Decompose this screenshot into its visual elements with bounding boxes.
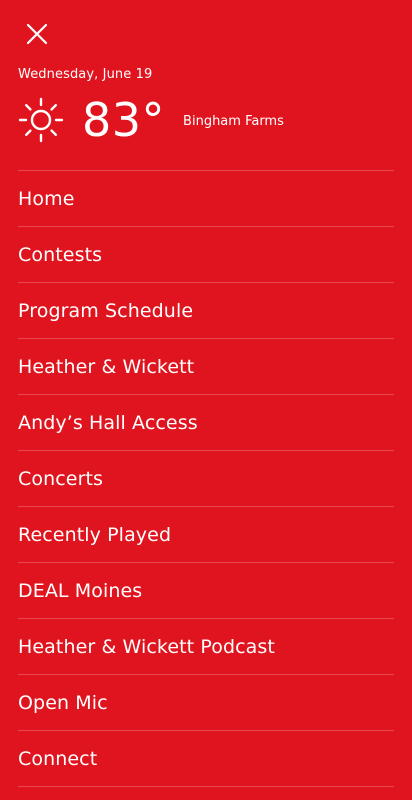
- weather-summary: 83° Bingham Farms: [18, 92, 284, 148]
- close-icon: [26, 23, 48, 45]
- menu-item-andys-hall-access[interactable]: Andy’s Hall Access: [18, 395, 394, 451]
- menu-item-heather-wickett-podcast[interactable]: Heather & Wickett Podcast: [18, 619, 394, 675]
- menu-item-contests[interactable]: Contests: [18, 227, 394, 283]
- menu-item-heather-wickett[interactable]: Heather & Wickett: [18, 339, 394, 395]
- close-button[interactable]: [17, 14, 57, 54]
- menu-item-recently-played[interactable]: Recently Played: [18, 507, 394, 563]
- menu-item-program-schedule[interactable]: Program Schedule: [18, 283, 394, 339]
- menu-item-deal-moines[interactable]: DEAL Moines: [18, 563, 394, 619]
- temperature: 83°: [82, 93, 166, 147]
- menu-item-home[interactable]: Home: [18, 171, 394, 227]
- menu-item-concerts[interactable]: Concerts: [18, 451, 394, 507]
- weather-date: Wednesday, June 19: [18, 67, 153, 82]
- location-label: Bingham Farms: [183, 113, 284, 129]
- sun-icon: [18, 97, 64, 143]
- menu-item-open-mic[interactable]: Open Mic: [18, 675, 394, 731]
- menu-item-connect[interactable]: Connect: [18, 731, 394, 787]
- nav-menu: Home Contests Program Schedule Heather &…: [18, 170, 394, 787]
